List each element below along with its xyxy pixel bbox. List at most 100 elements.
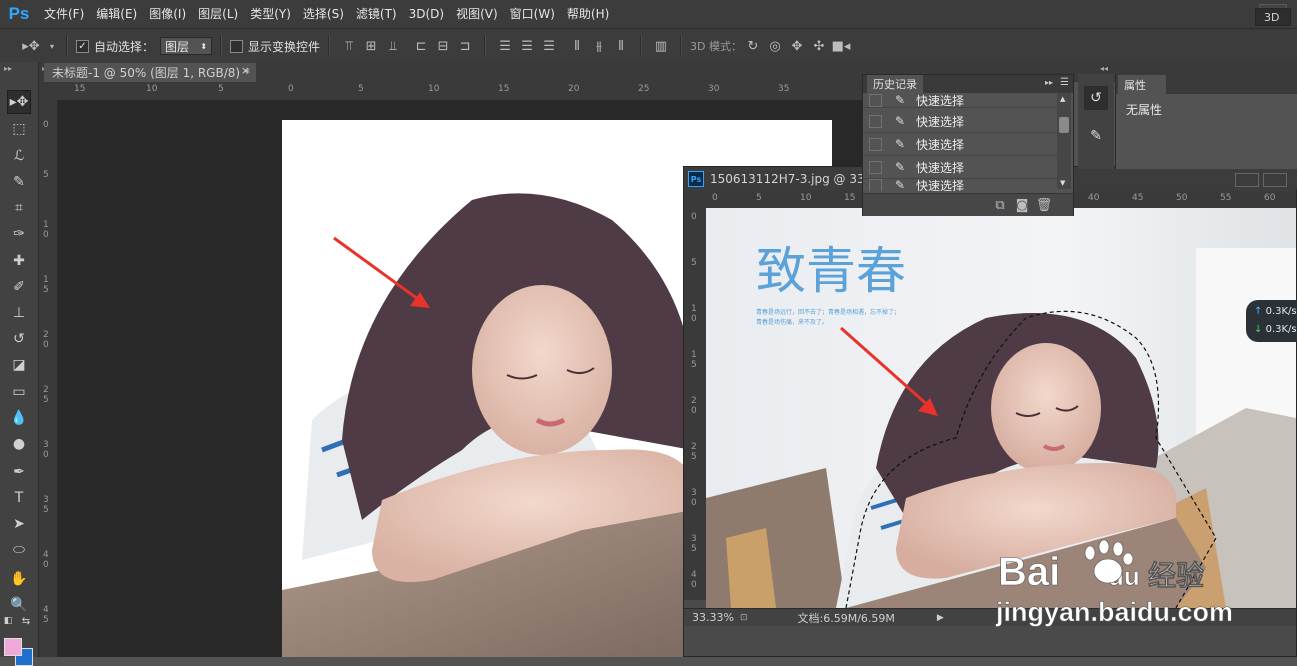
mode-3d-label: 3D 模式：	[690, 40, 742, 53]
history-checkbox[interactable]	[869, 160, 882, 174]
close-icon[interactable]: ×	[241, 64, 250, 77]
zoom-tool-icon[interactable]: 🔍	[7, 593, 31, 617]
healing-brush-icon[interactable]: ✚	[7, 249, 31, 273]
scroll-up-icon[interactable]: ▲	[1060, 95, 1065, 103]
clone-stamp-icon[interactable]: ⊥	[7, 301, 31, 325]
distribute-bottom-icon[interactable]: ☰	[540, 37, 558, 55]
path-select-icon[interactable]: ➤	[7, 512, 31, 536]
list-item[interactable]: ✎ 快速选择	[863, 110, 1057, 133]
image-window[interactable]: Ps 150613112H7-3.jpg @ 33.3 0 5 10 15 40…	[683, 166, 1297, 657]
menu-image[interactable]: 图像(I)	[143, 0, 192, 28]
status-export-icon[interactable]: ⊡	[740, 613, 748, 623]
distribute-right-icon[interactable]: ⫴	[612, 37, 630, 55]
pen-tool-icon[interactable]: ✒	[7, 460, 31, 484]
source-photo[interactable]: 致青春 青春是场远行，回不去了；青春是场相遇，忘不掉了； 青春是场伤痛，来不及了…	[706, 208, 1296, 608]
default-colors-icon[interactable]: ◧	[2, 615, 14, 627]
shape-tool-icon[interactable]: ⬭	[7, 538, 31, 562]
menu-filter[interactable]: 滤镜(T)	[350, 0, 403, 28]
menu-help[interactable]: 帮助(H)	[561, 0, 615, 28]
tab-history[interactable]: 历史记录	[867, 75, 923, 93]
zoom-level[interactable]: 33.33%	[692, 611, 734, 624]
quick-select-tool-icon[interactable]: ✎	[7, 170, 31, 194]
menu-window[interactable]: 窗口(W)	[504, 0, 561, 28]
expand-icon[interactable]: ▸▸	[1045, 78, 1053, 87]
3d-scale-icon[interactable]: ■◂	[832, 37, 851, 55]
gradient-tool-icon[interactable]: ▭	[7, 380, 31, 404]
auto-select-target-dropdown[interactable]: 图层 ⬍	[160, 37, 213, 55]
trash-icon[interactable]: 🗑	[1035, 196, 1053, 214]
history-checkbox[interactable]	[869, 179, 882, 191]
type-tool-icon[interactable]: T	[7, 486, 31, 510]
show-transform-checkbox[interactable]	[230, 39, 244, 53]
camera-icon[interactable]: ◙	[1013, 196, 1031, 214]
horizontal-ruler[interactable]: 15 10 5 0 5 10 15 20 25 30 35	[58, 82, 878, 101]
list-item[interactable]: ✎ 快速选择	[863, 156, 1057, 179]
menu-edit[interactable]: 编辑(E)	[90, 0, 143, 28]
dodge-tool-icon[interactable]: ●	[7, 432, 31, 456]
foreground-color-swatch[interactable]	[4, 638, 22, 656]
menu-view[interactable]: 视图(V)	[450, 0, 504, 28]
menu-3d[interactable]: 3D(D)	[403, 0, 450, 28]
collapse-icon[interactable]: ▸▸	[4, 64, 12, 73]
panel-menu-icon[interactable]: ☰	[1060, 77, 1069, 88]
distribute-vcenter-icon[interactable]: ☰	[518, 37, 536, 55]
marquee-tool-icon[interactable]: ⬚	[7, 117, 31, 141]
workspace-switcher[interactable]: 3D	[1255, 8, 1291, 26]
history-checkbox[interactable]	[869, 114, 882, 128]
brush-tool-icon[interactable]: ✐	[7, 275, 31, 299]
ruler-tick: 1 5	[43, 275, 49, 295]
list-item[interactable]: ✎ 快速选择	[863, 133, 1057, 156]
new-document-from-state-icon[interactable]: ⧉	[991, 196, 1009, 214]
distribute-top-icon[interactable]: ☰	[496, 37, 514, 55]
eraser-tool-icon[interactable]: ◪	[7, 353, 31, 377]
document-tab[interactable]: 未标题-1 @ 50% (图层 1, RGB/8) * ×	[44, 63, 256, 82]
divider	[328, 35, 331, 57]
auto-align-icon[interactable]: ▥	[652, 37, 670, 55]
align-top-icon[interactable]: ⫪	[340, 37, 358, 55]
ruler-origin[interactable]	[684, 191, 706, 208]
lasso-tool-icon[interactable]: ℒ	[7, 144, 31, 168]
align-vcenter-icon[interactable]: ⊞	[362, 37, 380, 55]
panel-minimize-button[interactable]	[1263, 173, 1287, 187]
crop-tool-icon[interactable]: ⌗	[7, 196, 31, 220]
scroll-down-icon[interactable]: ▼	[1060, 179, 1065, 187]
move-tool-icon[interactable]: ▸✥	[7, 90, 31, 114]
scrollbar-thumb[interactable]	[1059, 117, 1069, 133]
status-menu-arrow-icon[interactable]: ▶	[937, 613, 944, 623]
align-right-icon[interactable]: ⊐	[456, 37, 474, 55]
history-dock-icon[interactable]: ↺	[1084, 86, 1108, 110]
chevron-down-icon[interactable]: ▾	[48, 37, 56, 55]
vertical-ruler[interactable]: 0 5 1 0 1 5 2 0 2 5 3 0 3 5 4 0	[684, 208, 706, 600]
list-item[interactable]: ✎ 快速选择	[863, 93, 1057, 108]
menu-type[interactable]: 类型(Y)	[244, 0, 297, 28]
distribute-left-icon[interactable]: ⫴	[568, 37, 586, 55]
ruler-origin[interactable]	[39, 82, 58, 100]
eyedropper-tool-icon[interactable]: ✑	[7, 222, 31, 246]
history-checkbox[interactable]	[869, 137, 882, 151]
menu-layer[interactable]: 图层(L)	[192, 0, 244, 28]
list-item[interactable]: ✎ 快速选择	[863, 179, 1057, 191]
3d-pan-icon[interactable]: ✥	[788, 37, 806, 55]
collapse-icon[interactable]: ◂◂	[1100, 64, 1108, 73]
history-checkbox[interactable]	[869, 93, 882, 107]
menu-select[interactable]: 选择(S)	[297, 0, 350, 28]
3d-roll-icon[interactable]: ◎	[766, 37, 784, 55]
tab-properties[interactable]: 属性	[1118, 75, 1166, 94]
3d-rotate-icon[interactable]: ↻	[744, 37, 762, 55]
3d-slide-icon[interactable]: ✣	[810, 37, 828, 55]
align-left-icon[interactable]: ⊏	[412, 37, 430, 55]
align-hcenter-icon[interactable]: ⊟	[434, 37, 452, 55]
history-scrollbar[interactable]: ▲ ▼	[1057, 93, 1071, 189]
brushes-dock-icon[interactable]: ✎	[1084, 124, 1108, 148]
blur-tool-icon[interactable]: 💧	[7, 406, 31, 430]
history-brush-icon[interactable]: ↺	[7, 327, 31, 351]
hand-tool-icon[interactable]: ✋	[7, 567, 31, 591]
menu-file[interactable]: 文件(F)	[38, 0, 90, 28]
swap-colors-icon[interactable]: ⇆	[20, 615, 32, 627]
move-tool-preset-icon[interactable]: ▸✥	[18, 37, 44, 55]
distribute-hcenter-icon[interactable]: ⫵	[590, 37, 608, 55]
align-bottom-icon[interactable]: ⫫	[384, 37, 402, 55]
panel-minimize-button[interactable]	[1235, 173, 1259, 187]
auto-select-checkbox[interactable]: ✓	[76, 39, 89, 53]
vertical-ruler[interactable]: 0 5 1 0 1 5 2 0 2 5 3 0 3 5 4 0 4 5	[39, 100, 58, 657]
